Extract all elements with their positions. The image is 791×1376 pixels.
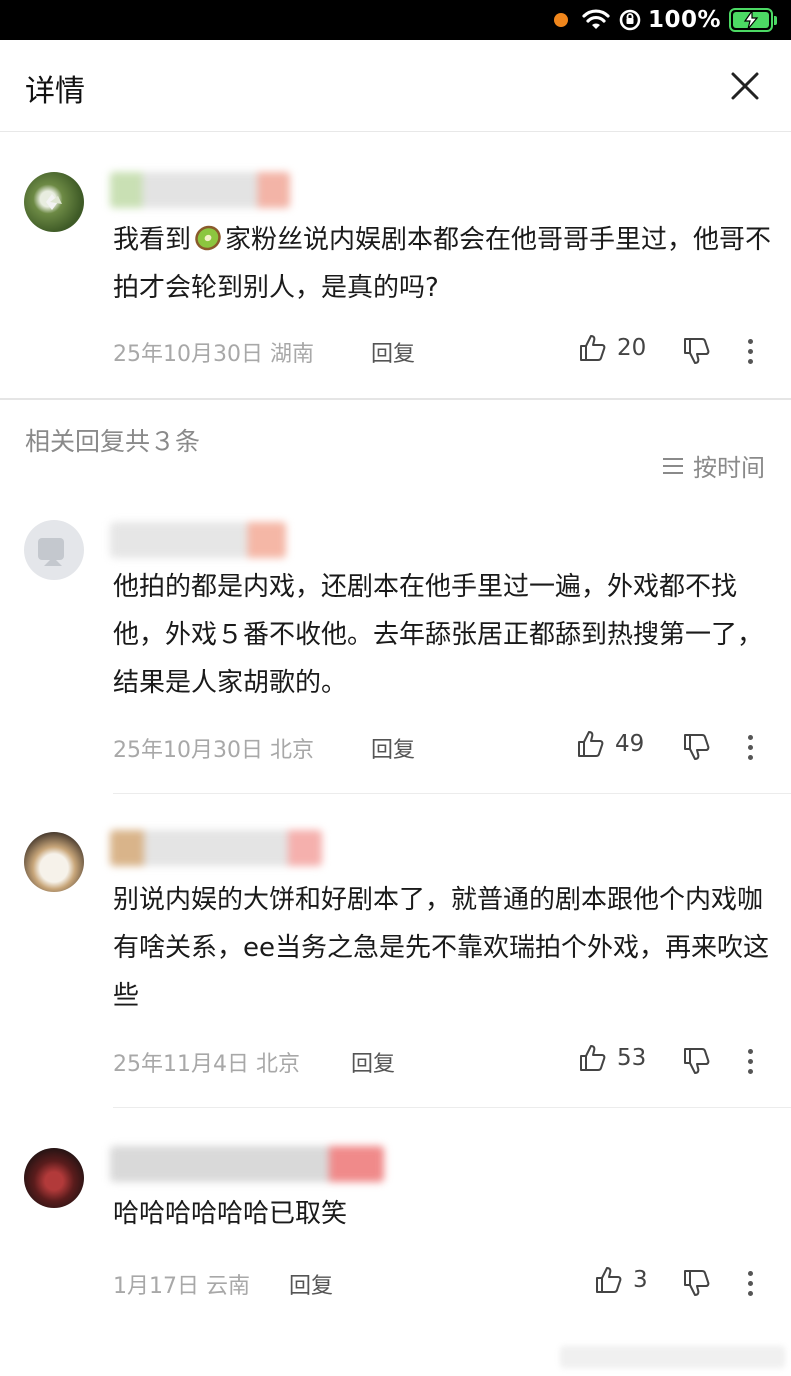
more-options-icon[interactable] <box>746 735 754 765</box>
reply-item: 他拍的都是内戏，还剧本在他手里过一遍，外戏都不找他，外戏５番不收他。去年舔张居正… <box>0 510 791 794</box>
status-bar: 100% <box>0 0 791 40</box>
close-icon[interactable] <box>727 68 763 104</box>
reply-text: 他拍的都是内戏，还剧本在他手里过一遍，外戏都不找他，外戏５番不收他。去年舔张居正… <box>113 572 764 698</box>
like-count: 3 <box>633 1267 648 1293</box>
reply-meta: 25年10月30日 北京 <box>113 732 314 764</box>
like-count: 53 <box>617 1045 647 1071</box>
reply-button[interactable]: 回复 <box>371 336 415 368</box>
thumbs-up-icon <box>580 1045 606 1071</box>
like-count: 49 <box>615 731 645 757</box>
thumbs-down-icon[interactable] <box>681 336 711 366</box>
reply-item: 别说内娱的大饼和好剧本了，就普通的剧本跟他个内戏咖有啥关系，ee当务之急是先不靠… <box>0 794 791 1106</box>
reply-date: 25年10月30日 <box>113 738 263 763</box>
reply-item: 哈哈哈哈哈哈已取笑 1月17日 云南 回复 3 <box>0 1108 791 1338</box>
thumbs-up-icon <box>580 335 606 361</box>
battery-percent: 100% <box>647 7 721 33</box>
reply-button[interactable]: 回复 <box>289 1268 333 1300</box>
orientation-lock-icon <box>619 9 641 31</box>
reply-text: 哈哈哈哈哈哈已取笑 <box>113 1199 348 1229</box>
sort-icon <box>663 457 683 474</box>
section-divider <box>0 398 791 400</box>
reply-meta: 25年11月4日 北京 <box>113 1046 300 1078</box>
thumbs-down-icon[interactable] <box>681 1268 711 1298</box>
page-title: 详情 <box>25 74 85 109</box>
username-blurred[interactable] <box>110 1146 384 1182</box>
thumbs-up-icon <box>578 731 604 757</box>
like-button[interactable]: 20 <box>577 333 646 363</box>
status-icons: 100% <box>553 5 777 35</box>
reply-location: 云南 <box>206 1274 251 1299</box>
reply-date: 25年11月4日 <box>113 1052 249 1077</box>
comment-location: 湖南 <box>269 342 314 367</box>
username-blurred[interactable] <box>110 172 290 208</box>
battery-icon <box>729 8 773 32</box>
reply-text: 别说内娱的大饼和好剧本了，就普通的剧本跟他个内戏咖有啥关系，ee当务之急是先不靠… <box>113 885 769 1011</box>
detail-header: 详情 <box>0 40 791 132</box>
reply-button[interactable]: 回复 <box>351 1046 395 1078</box>
main-comment: 我看到 家粉丝说内娱剧本都会在他哥哥手里过，他哥不拍才会轮到别人，是真的吗? 25… <box>0 132 791 400</box>
recording-dot-icon <box>553 13 568 27</box>
comment-meta: 25年10月30日 湖南 <box>113 336 314 368</box>
more-options-icon[interactable] <box>746 339 754 369</box>
avatar[interactable] <box>24 1148 84 1208</box>
wifi-icon <box>582 9 610 29</box>
username-blurred[interactable] <box>110 830 322 866</box>
like-count: 20 <box>617 335 647 361</box>
thumbs-up-icon <box>596 1267 622 1293</box>
watermark-blurred <box>560 1346 785 1368</box>
reply-location: 北京 <box>269 738 314 763</box>
more-options-icon[interactable] <box>746 1049 754 1079</box>
thumbs-down-icon[interactable] <box>681 1046 711 1076</box>
reply-button[interactable]: 回复 <box>371 732 415 764</box>
kiwi-emoji-icon <box>195 225 221 251</box>
reply-meta: 1月17日 云南 <box>113 1268 250 1300</box>
comment-date: 25年10月30日 <box>113 342 263 367</box>
reply-location: 北京 <box>256 1052 301 1077</box>
comment-text: 我看到 家粉丝说内娱剧本都会在他哥哥手里过，他哥不拍才会轮到别人，是真的吗? <box>113 216 773 312</box>
like-button[interactable]: 53 <box>577 1043 646 1073</box>
like-button[interactable]: 3 <box>593 1265 648 1295</box>
sort-label: 按时间 <box>693 454 765 482</box>
reply-date: 1月17日 <box>113 1274 199 1299</box>
sort-by-time-button[interactable]: 按时间 <box>661 448 765 483</box>
thumbs-down-icon[interactable] <box>681 732 711 762</box>
battery-cap <box>774 15 777 25</box>
replies-count-title: 相关回复共３条 <box>25 427 201 456</box>
avatar[interactable] <box>24 832 84 892</box>
like-button[interactable]: 49 <box>575 729 644 759</box>
username-blurred[interactable] <box>110 522 286 558</box>
avatar[interactable] <box>24 172 84 232</box>
avatar[interactable] <box>24 520 84 580</box>
more-options-icon[interactable] <box>746 1271 754 1301</box>
